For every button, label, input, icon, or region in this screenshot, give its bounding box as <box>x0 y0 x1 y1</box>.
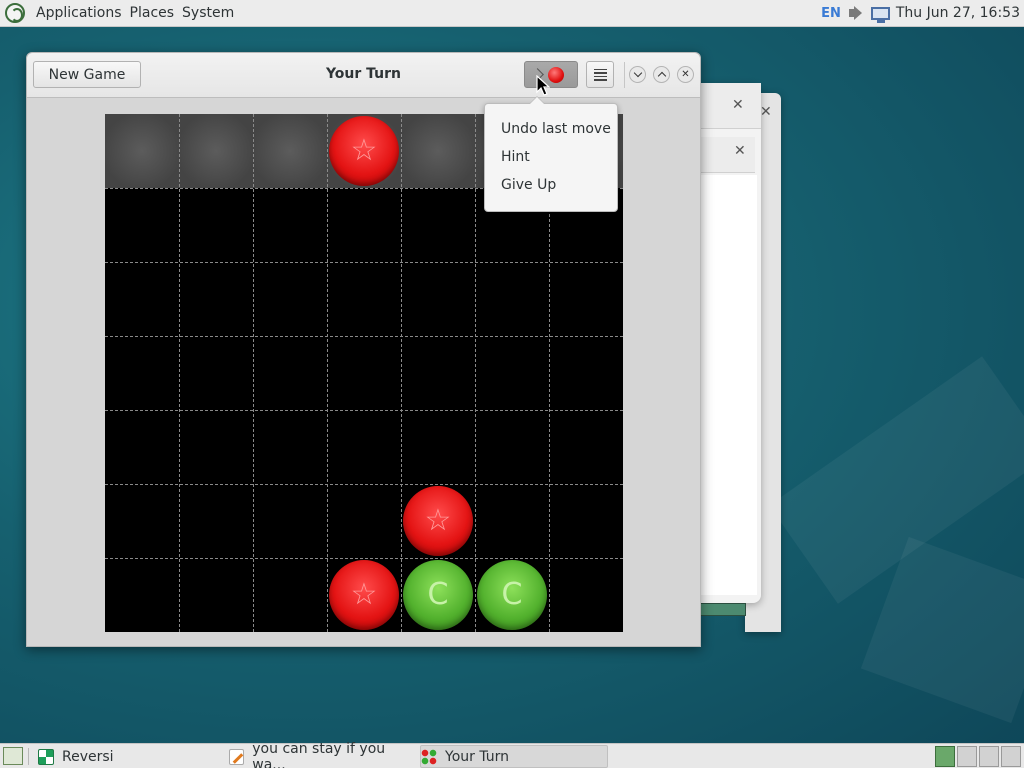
workspace-4[interactable] <box>1001 746 1021 767</box>
menu-item-hint[interactable]: Hint <box>485 146 617 174</box>
grid-line <box>327 114 328 632</box>
app-menu-button[interactable] <box>586 61 614 88</box>
workspace-3[interactable] <box>979 746 999 767</box>
separator <box>624 62 625 88</box>
panel-menu-bar: Applications Places System <box>0 0 238 27</box>
chevron-down-icon <box>633 68 642 78</box>
show-desktop-icon[interactable] <box>3 747 23 765</box>
grid-line <box>105 558 623 559</box>
keyboard-layout-indicator[interactable]: EN <box>821 6 841 21</box>
grid-line <box>179 114 180 632</box>
mouse-pointer-icon <box>536 75 550 96</box>
close-icon[interactable]: ✕ <box>760 104 772 120</box>
close-icon: ✕ <box>681 69 690 80</box>
background-window-strip <box>700 603 746 616</box>
hamburger-line <box>593 72 607 74</box>
background-window-tab <box>701 137 755 173</box>
red-piece: ☆ <box>329 116 399 186</box>
drop-cell[interactable] <box>105 114 179 188</box>
applications-menu[interactable]: Applications <box>32 5 126 21</box>
grid-line <box>253 114 254 632</box>
clock[interactable]: Thu Jun 27, 16:53 <box>896 5 1020 21</box>
current-player-piece-icon <box>548 66 564 83</box>
bottom-taskbar: Reversi you can stay if you wa... Your T… <box>0 741 1024 768</box>
drop-cell[interactable] <box>179 114 253 188</box>
workspace-1[interactable] <box>935 746 955 767</box>
hamburger-line <box>593 68 607 70</box>
workspace-2[interactable] <box>957 746 977 767</box>
header-bar: New Game Your Turn ✕ <box>27 53 700 98</box>
grid-line <box>105 410 623 411</box>
top-panel: Applications Places System EN Thu Jun 27… <box>0 0 1024 27</box>
minimize-button[interactable] <box>629 66 646 83</box>
taskbar-item-label: you can stay if you wa... <box>252 740 386 768</box>
distro-logo-icon[interactable] <box>5 3 25 23</box>
hamburger-line <box>593 75 607 77</box>
drop-cell[interactable] <box>401 114 475 188</box>
text-editor-icon <box>229 748 245 765</box>
taskbar-item-your-turn[interactable]: Your Turn <box>420 745 608 768</box>
game-menu-button[interactable] <box>524 61 578 88</box>
maximize-button[interactable] <box>653 66 670 83</box>
background-window[interactable]: ✕ ✕ <box>695 83 761 603</box>
green-piece: C <box>477 560 547 630</box>
close-icon[interactable]: ✕ <box>732 97 744 113</box>
close-icon[interactable]: ✕ <box>734 143 746 159</box>
grid-line <box>105 336 623 337</box>
close-button[interactable]: ✕ <box>677 66 694 83</box>
network-icon[interactable] <box>870 6 890 23</box>
menu-item-give-up[interactable]: Give Up <box>485 174 617 202</box>
taskbar-item-label: Your Turn <box>445 748 510 765</box>
grid-line <box>401 114 402 632</box>
reversi-icon <box>38 748 54 765</box>
green-piece: C <box>403 560 473 630</box>
red-piece: ☆ <box>329 560 399 630</box>
volume-icon[interactable] <box>847 5 865 21</box>
red-piece: ☆ <box>403 486 473 556</box>
four-in-a-row-icon <box>421 748 437 765</box>
chevron-up-icon <box>657 71 666 81</box>
hamburger-line <box>593 79 607 81</box>
menu-item-undo-last-move[interactable]: Undo last move <box>485 118 617 146</box>
grid-line <box>105 262 623 263</box>
taskbar-item-reversi[interactable]: Reversi <box>38 745 223 768</box>
system-tray: EN Thu Jun 27, 16:53 <box>821 0 1024 27</box>
places-menu[interactable]: Places <box>126 5 179 21</box>
system-menu[interactable]: System <box>178 5 238 21</box>
game-menu-popover: Undo last move Hint Give Up <box>484 96 618 212</box>
taskbar-item-label: Reversi <box>62 748 114 765</box>
grid-line <box>105 484 623 485</box>
grid-line <box>475 114 476 632</box>
background-window-header <box>695 83 761 129</box>
background-window-body <box>701 175 757 595</box>
separator <box>28 748 29 765</box>
taskbar-item-text-editor[interactable]: you can stay if you wa... <box>229 741 414 768</box>
new-game-button[interactable]: New Game <box>33 61 141 88</box>
drop-cell[interactable] <box>253 114 327 188</box>
